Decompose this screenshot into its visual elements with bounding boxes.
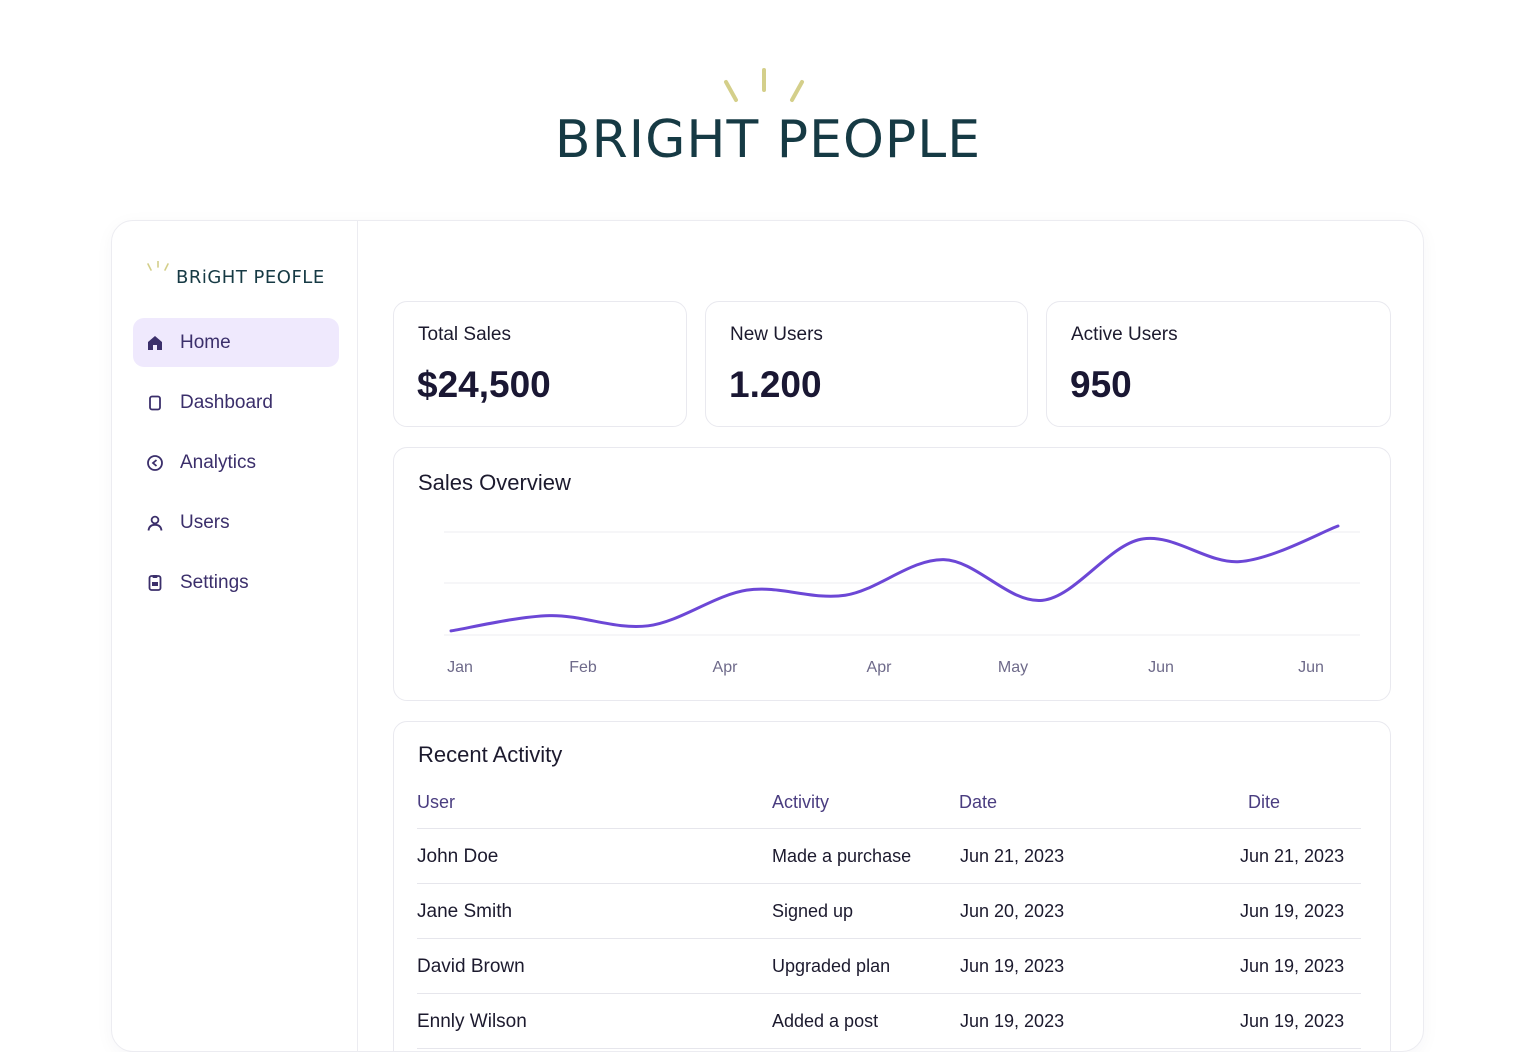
cell-date: Jun 19, 2023 — [960, 1011, 1065, 1031]
sidebar-item-label: Users — [180, 511, 230, 533]
cell-date-2: Jun 21, 2023 — [1240, 846, 1345, 866]
x-tick-label: Jun — [1298, 659, 1324, 676]
cell-date: Jun 20, 2023 — [960, 901, 1065, 921]
main-content: Total Sales $24,500 New Users 1.200 Acti… — [358, 221, 1423, 1051]
activity-table: User Activity Date Dite John Doe Made a … — [417, 790, 1361, 1049]
sidebar-logo[interactable]: BRiGHT PEOFLE — [146, 259, 346, 291]
x-tick-label: Apr — [867, 659, 893, 676]
recent-activity-card: Recent Activity User Activity Date Dite … — [393, 721, 1391, 1051]
table-header: User Activity Date Dite — [417, 790, 1361, 829]
sidebar-item-label: Analytics — [180, 451, 257, 473]
sun-rays-icon — [147, 261, 169, 271]
column-header-activity[interactable]: Activity — [772, 792, 829, 813]
sidebar-item-analytics[interactable]: Analytics — [133, 438, 339, 487]
user-icon — [146, 514, 164, 532]
cell-activity: Upgraded plan — [772, 956, 891, 976]
stat-label: New Users — [730, 324, 823, 345]
sidebar-item-label: Home — [180, 331, 231, 353]
brand-title: BRIGHT PEOPLE — [554, 110, 982, 170]
x-tick-label: Feb — [569, 659, 597, 676]
sidebar-item-users[interactable]: Users — [133, 498, 339, 547]
sidebar-item-dashboard[interactable]: Dashboard — [133, 378, 339, 427]
cell-activity: Signed up — [772, 901, 854, 921]
home-icon — [146, 334, 164, 352]
sidebar-item-home[interactable]: Home — [133, 318, 339, 367]
sidebar: BRiGHT PEOFLE Home Dashboard Analytics U… — [112, 221, 358, 1051]
column-header-date-2[interactable]: Dite — [1248, 792, 1280, 813]
sidebar-item-label: Dashboard — [180, 391, 273, 413]
stat-value: 950 — [1070, 364, 1132, 405]
table-row[interactable]: David Brown Upgraded plan Jun 19, 2023 J… — [417, 939, 1361, 994]
x-tick-label: Jun — [1148, 659, 1174, 676]
sidebar-item-settings[interactable]: Settings — [133, 558, 339, 607]
stat-value: $24,500 — [417, 364, 551, 405]
hero-logo: BRIGHT PEOPLE — [0, 60, 1536, 180]
app-window: BRiGHT PEOFLE Home Dashboard Analytics U… — [111, 220, 1424, 1052]
series-line — [449, 524, 1340, 633]
dashboard-icon — [146, 394, 164, 412]
sidebar-nav: Home Dashboard Analytics Users Settings — [133, 318, 339, 618]
cell-activity: Added a post — [772, 1011, 879, 1031]
cell-user: Ennly Wilson — [417, 1011, 527, 1032]
stat-card-total-sales: Total Sales $24,500 — [393, 301, 687, 427]
cell-user: John Doe — [417, 846, 499, 867]
table-row[interactable]: Jane Smith Signed up Jun 20, 2023 Jun 19… — [417, 884, 1361, 939]
x-tick-label: Apr — [713, 659, 739, 676]
column-header-date[interactable]: Date — [959, 792, 997, 813]
stat-label: Total Sales — [418, 324, 511, 345]
analytics-icon — [146, 454, 164, 472]
sun-rays-icon — [724, 68, 804, 102]
sidebar-logo-text: BRiGHT PEOFLE — [176, 267, 325, 288]
stat-card-active-users: Active Users 950 — [1046, 301, 1391, 427]
cell-user: David Brown — [417, 956, 525, 977]
sales-overview-card: Sales Overview Jan Feb Apr Apr May Jun Jun — [393, 447, 1391, 701]
cell-date: Jun 19, 2023 — [960, 956, 1065, 976]
sales-line-chart: Jan Feb Apr Apr May Jun Jun — [444, 524, 1360, 676]
x-tick-label: Jan — [447, 659, 473, 676]
cell-activity: Made a purchase — [772, 846, 912, 866]
table-row[interactable]: John Doe Made a purchase Jun 21, 2023 Ju… — [417, 829, 1361, 884]
settings-icon — [146, 574, 164, 592]
cell-date: Jun 21, 2023 — [960, 846, 1065, 866]
cell-user: Jane Smith — [417, 901, 513, 922]
cell-date-2: Jun 19, 2023 — [1240, 1011, 1345, 1031]
cell-date-2: Jun 19, 2023 — [1240, 901, 1345, 921]
column-header-user[interactable]: User — [417, 792, 455, 813]
stat-card-new-users: New Users 1.200 — [705, 301, 1028, 427]
sidebar-item-label: Settings — [180, 571, 249, 593]
table-row[interactable]: Ennly Wilson Added a post Jun 19, 2023 J… — [417, 994, 1361, 1049]
stat-value: 1.200 — [729, 364, 822, 405]
stat-label: Active Users — [1071, 324, 1178, 345]
cell-date-2: Jun 19, 2023 — [1240, 956, 1345, 976]
activity-title: Recent Activity — [418, 742, 563, 767]
x-tick-label: May — [998, 659, 1028, 676]
